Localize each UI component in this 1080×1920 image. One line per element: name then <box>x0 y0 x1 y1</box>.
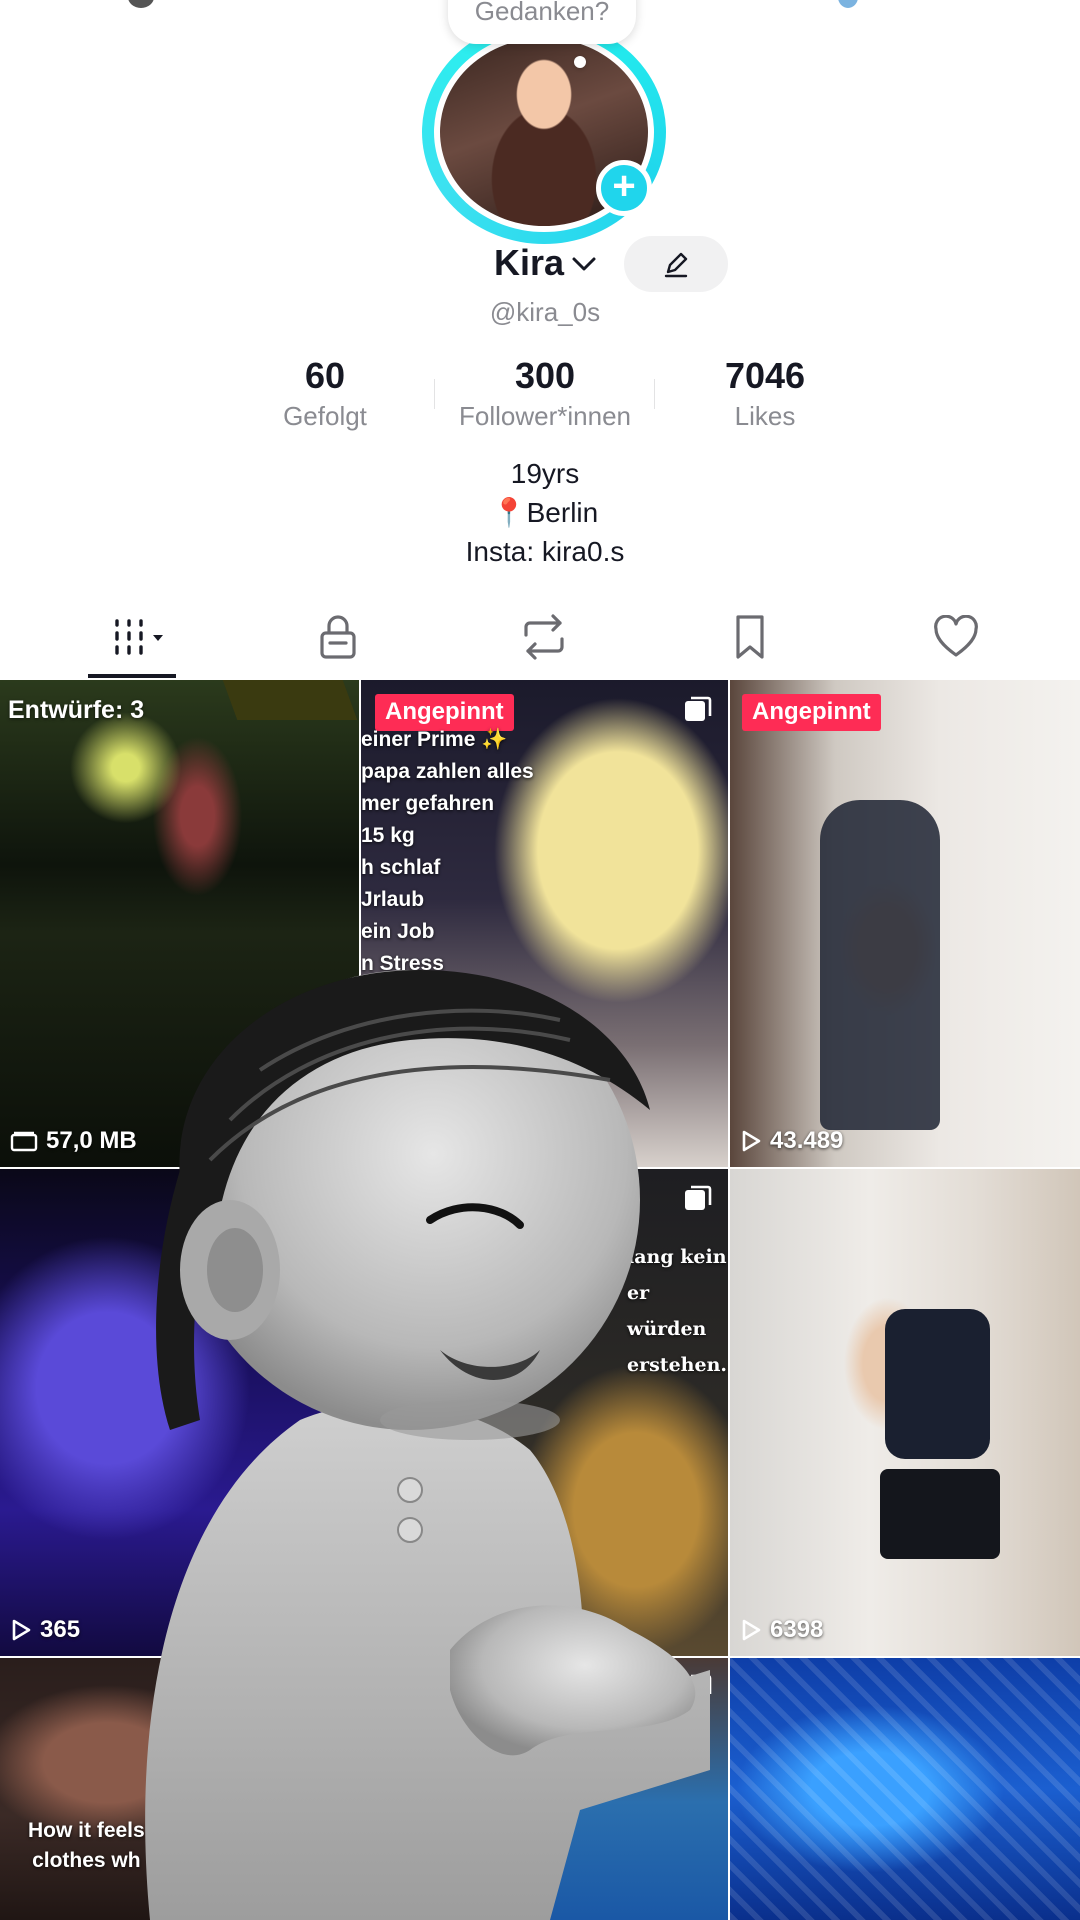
view-count: 43.489 <box>740 1127 843 1155</box>
tile-figure <box>820 800 940 1130</box>
stat-label: Follower*innen <box>459 401 631 431</box>
view-count: 6398 <box>740 1616 823 1644</box>
stat-followers[interactable]: 300 Follower*innen <box>440 355 650 432</box>
stat-following[interactable]: 60 Gefolgt <box>250 355 400 432</box>
play-icon <box>12 1619 31 1641</box>
view-count-text: 43.489 <box>770 1127 844 1154</box>
video-tile[interactable]: 365 <box>0 1169 359 1656</box>
pencil-icon <box>664 252 688 278</box>
caption-line: erstehen. <box>627 1354 727 1376</box>
bio-line: 📍Berlin <box>491 497 599 528</box>
play-icon <box>742 1130 761 1152</box>
draft-size: 57,0 MB <box>10 1127 137 1155</box>
stat-value: 60 <box>304 355 346 396</box>
multi-photo-icon <box>685 696 712 721</box>
profile-avatar[interactable]: + <box>422 20 666 244</box>
multi-photo-icon <box>685 1185 712 1210</box>
bookmark-icon <box>736 615 764 659</box>
video-tile[interactable]: 6398 <box>730 1169 1080 1656</box>
thought-bubble-text: Gedanken? <box>474 0 610 26</box>
lock-icon <box>320 615 356 659</box>
caption-line: 15 kg <box>361 824 415 847</box>
grid-icon <box>115 619 163 655</box>
folder-icon <box>10 1131 38 1152</box>
caption-line: How it feels <box>28 1819 145 1842</box>
caption-line: n Stress <box>361 952 444 975</box>
play-icon <box>742 1619 761 1641</box>
tile-shape <box>222 680 358 720</box>
video-tile[interactable]: ill <box>361 1658 728 1920</box>
repost-icon <box>524 614 564 660</box>
caption-line: er würden <box>627 1282 707 1340</box>
draft-size-text: 57,0 MB <box>46 1127 137 1154</box>
view-count: 365 <box>10 1616 80 1644</box>
caption-line: ein Job <box>361 920 435 943</box>
drafts-label: Entwürfe: 3 <box>8 696 145 724</box>
status-icon <box>128 0 154 8</box>
caption-line: lang kein <box>627 1246 727 1268</box>
divider <box>434 379 435 409</box>
tile-figure <box>885 1309 990 1459</box>
edit-profile-button[interactable] <box>624 236 728 292</box>
video-caption: How it feels clothes wh <box>28 1816 145 1876</box>
name-row: Kira <box>0 236 1080 292</box>
chevron-down-icon[interactable] <box>570 250 598 278</box>
tab-private[interactable] <box>308 612 368 662</box>
stat-label: Likes <box>734 401 796 431</box>
tab-liked[interactable] <box>926 612 986 662</box>
caption-line: clothes wh <box>32 1849 141 1872</box>
tab-reposts[interactable] <box>514 612 574 662</box>
profile-bio: 19yrs 📍Berlin Insta: kira0.s <box>0 454 1080 571</box>
divider <box>654 379 655 409</box>
caption-line: papa zahlen alles <box>361 760 534 783</box>
pinned-badge: Angepinnt <box>742 694 881 731</box>
stat-value: 300 <box>514 355 576 396</box>
view-count-text: 6398 <box>770 1616 824 1643</box>
video-tile-pinned[interactable]: Angepinnt einer Prime ✨ papa zahlen alle… <box>361 680 728 1167</box>
view-count-text: 365 <box>40 1616 81 1643</box>
profile-handle: @kira_0s <box>489 297 601 327</box>
video-tile[interactable] <box>730 1658 1080 1920</box>
tab-saved[interactable] <box>720 612 780 662</box>
heart-icon <box>934 615 978 657</box>
multi-photo-icon <box>685 1674 712 1699</box>
video-tile[interactable]: lang kein er würden erstehen. <box>361 1169 728 1656</box>
tile-figure <box>880 1469 1000 1559</box>
profile-name[interactable]: Kira <box>494 242 564 284</box>
bio-line: 19yrs <box>510 458 580 489</box>
status-icon <box>838 0 858 8</box>
profile-tabs <box>0 600 1080 680</box>
caption-line: mer gefahren <box>361 792 495 815</box>
thought-bubble[interactable]: Gedanken? <box>448 0 636 44</box>
video-caption: einer Prime ✨ papa zahlen alles mer gefa… <box>361 724 534 980</box>
video-caption: lang kein er würden erstehen. <box>627 1239 728 1383</box>
active-tab-indicator <box>88 674 176 678</box>
video-tile[interactable]: How it feels clothes wh <box>0 1658 359 1920</box>
stat-label: Gefolgt <box>283 401 367 431</box>
stat-value: 7046 <box>724 355 806 396</box>
stat-likes[interactable]: 7046 Likes <box>690 355 840 432</box>
add-story-icon[interactable]: + <box>596 160 652 216</box>
caption-line: einer Prime ✨ <box>361 728 508 751</box>
thought-bubble-dot <box>574 56 586 68</box>
caption-line: h schlaf <box>361 856 441 879</box>
video-caption: ill <box>651 1678 669 1701</box>
video-grid: Entwürfe: 3 57,0 MB Angepinnt einer Prim… <box>0 680 1080 1920</box>
caption-line: Jrlaub <box>361 888 425 911</box>
bio-line[interactable]: Insta: kira0.s <box>0 532 1080 571</box>
video-tile-pinned[interactable]: Angepinnt 43.489 <box>730 680 1080 1167</box>
profile-stats: 60 Gefolgt 300 Follower*innen 7046 Likes <box>0 355 1080 435</box>
draft-tile[interactable]: Entwürfe: 3 57,0 MB <box>0 680 359 1167</box>
tab-videos[interactable] <box>106 612 176 662</box>
